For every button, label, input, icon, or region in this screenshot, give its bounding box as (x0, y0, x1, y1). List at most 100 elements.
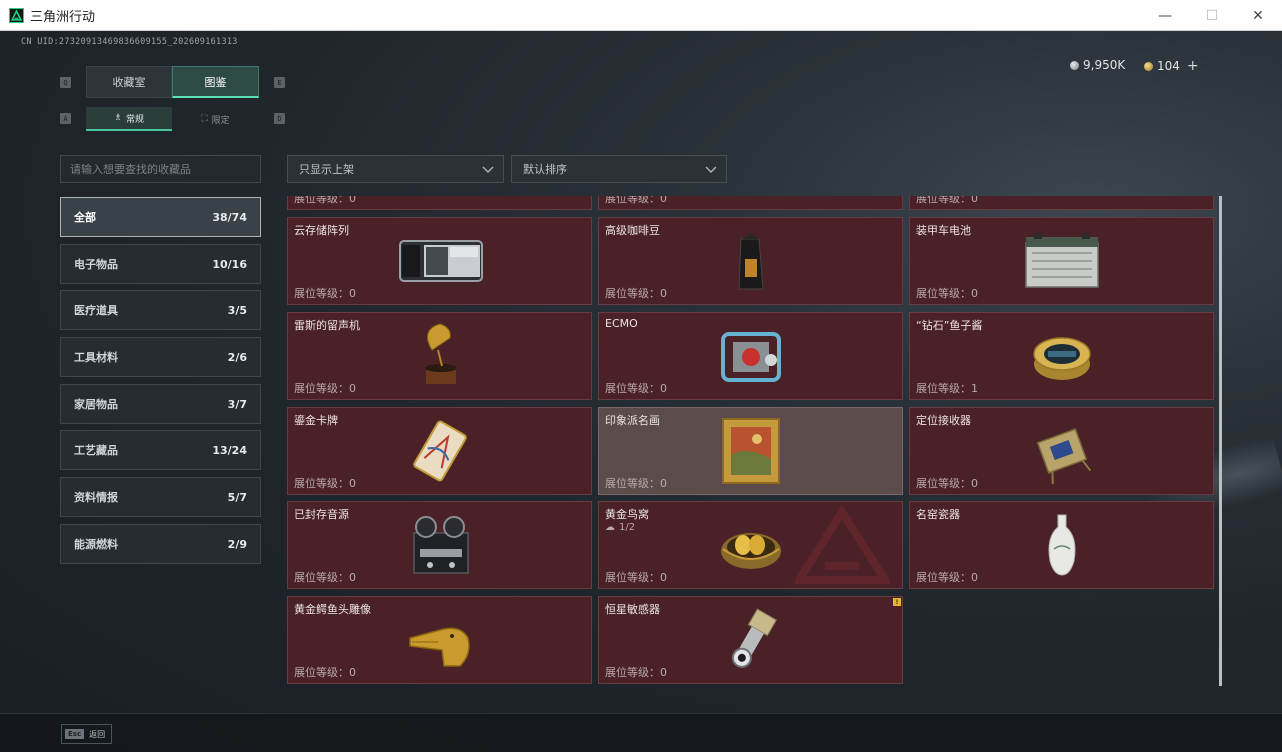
level-value: 0 (971, 571, 978, 584)
ecmo-machine-icon (701, 320, 801, 392)
category-crafts[interactable]: 工艺藏品 13/24 (60, 430, 261, 470)
category-count: 13/24 (212, 443, 247, 457)
level-value: 0 (349, 477, 356, 490)
category-electronics[interactable]: 电子物品 10/16 (60, 244, 261, 284)
collection-card[interactable]: 展位等级：0 (287, 196, 592, 210)
category-count: 3/7 (227, 397, 247, 411)
card-name: 已封存音源 (294, 508, 349, 521)
collection-card[interactable]: 高级咖啡豆 展位等级：0 (598, 217, 903, 305)
card-level: 展位等级：0 (916, 475, 978, 491)
collection-card[interactable]: 展位等级：0 (598, 196, 903, 210)
card-name: 高级咖啡豆 (605, 224, 660, 237)
collection-search-input[interactable] (60, 155, 261, 183)
back-button[interactable]: Esc 返回 (61, 724, 113, 744)
card-name: 名窑瓷器 (916, 508, 960, 521)
category-label: 工具材料 (74, 351, 118, 364)
collection-card[interactable]: 雷斯的留声机 展位等级：0 (287, 312, 592, 400)
level-prefix: 展位等级： (916, 287, 971, 300)
close-button[interactable]: ✕ (1235, 0, 1281, 31)
display-filter-dropdown[interactable]: 只显示上架 (287, 155, 504, 183)
caviar-tin-icon (1012, 320, 1112, 392)
card-level: 展位等级：0 (605, 285, 667, 301)
minimize-button[interactable]: — (1142, 0, 1188, 31)
level-prefix: 展位等级： (294, 477, 349, 490)
porcelain-vase-icon (1012, 509, 1112, 581)
gilded-card-icon (390, 415, 490, 487)
card-name: 雷斯的留声机 (294, 319, 360, 332)
collection-card[interactable]: 鎏金卡牌 展位等级：0 (287, 407, 592, 495)
category-count: 2/6 (227, 350, 247, 364)
card-name: 定位接收器 (916, 414, 971, 427)
category-all[interactable]: 全部 38/74 (60, 197, 261, 237)
collection-card[interactable]: ECMO 展位等级：0 (598, 312, 903, 400)
tab-collection-room[interactable]: 收藏室 (86, 66, 172, 98)
new-item-badge: ! (893, 598, 901, 606)
category-tools[interactable]: 工具材料 2/6 (60, 337, 261, 377)
collection-card[interactable]: 定位接收器 展位等级：0 (909, 407, 1214, 495)
regular-icon: ♗ (113, 113, 123, 123)
category-household[interactable]: 家居物品 3/7 (60, 384, 261, 424)
level-prefix: 展位等级： (294, 287, 349, 300)
tab-catalog[interactable]: 图鉴 (172, 66, 259, 98)
collection-card[interactable]: 名窑瓷器 展位等级：0 (909, 501, 1214, 589)
game-viewport: CN UID:2732091346983660915​5_20260916131… (0, 31, 1282, 752)
level-value: 0 (660, 666, 667, 679)
star-sensor-icon (701, 604, 801, 676)
level-value: 0 (349, 571, 356, 584)
subtab-regular[interactable]: ♗ 常规 (86, 107, 172, 131)
game-logo-watermark-icon (795, 506, 890, 584)
collection-card[interactable]: 黄金鸟窝 ☁ 1/2 展位等级：0 (598, 501, 903, 589)
collection-card[interactable]: 装甲车电池 展位等级：0 (909, 217, 1214, 305)
collection-card[interactable]: “钻石”鱼子酱 展位等级：1 (909, 312, 1214, 400)
collection-grid: 展位等级：0 展位等级：0 展位等级：0 云存储阵列 展位等级：0 高级咖啡豆 … (287, 196, 1217, 686)
category-energy[interactable]: 能源燃料 2/9 (60, 524, 261, 564)
card-level: 展位等级：0 (294, 569, 356, 585)
limited-icon: ⛶ (201, 114, 208, 124)
category-medical[interactable]: 医疗道具 3/5 (60, 290, 261, 330)
category-intel[interactable]: 资料情报 5/7 (60, 477, 261, 517)
cloud-storage-array-icon (390, 225, 490, 297)
grid-scrollbar-thumb[interactable] (1219, 196, 1222, 686)
level-value: 0 (971, 196, 978, 205)
golden-nest-icon (701, 509, 801, 581)
gold-coin-icon (1144, 61, 1153, 71)
collection-card[interactable]: 展位等级：0 (909, 196, 1214, 210)
add-currency-button[interactable]: + (1187, 58, 1199, 74)
window-title: 三角洲行动 (30, 9, 96, 25)
card-level: 展位等级：0 (294, 475, 356, 491)
grid-scrollbar[interactable] (1219, 196, 1222, 686)
card-name: 印象派名画 (605, 414, 660, 427)
reel-recorder-icon (390, 509, 490, 581)
card-name: 云存储阵列 (294, 224, 349, 237)
level-prefix: 展位等级： (916, 382, 971, 395)
subtab-limited[interactable]: ⛶ 限定 (172, 107, 259, 131)
level-prefix: 展位等级： (916, 571, 971, 584)
card-level: 展位等级：0 (605, 664, 667, 680)
collection-card[interactable]: 已封存音源 展位等级：0 (287, 501, 592, 589)
collection-card[interactable]: 恒星敏感器 ! 展位等级：0 (598, 596, 903, 684)
level-prefix: 展位等级： (605, 287, 660, 300)
maximize-button[interactable]: ☐ (1189, 0, 1235, 31)
card-level: 展位等级：0 (916, 569, 978, 585)
category-count: 2/9 (227, 537, 247, 551)
collection-card[interactable]: 黄金鳄鱼头雕像 展位等级：0 (287, 596, 592, 684)
level-prefix: 展位等级： (605, 666, 660, 679)
collection-card[interactable]: 印象派名画 展位等级：0 (598, 407, 903, 495)
card-level: 展位等级：0 (916, 285, 978, 301)
level-prefix: 展位等级： (294, 666, 349, 679)
card-level: 展位等级：0 (294, 380, 356, 396)
card-level: 展位等级：0 (605, 196, 667, 206)
level-value: 0 (660, 477, 667, 490)
card-name: “钻石”鱼子酱 (916, 319, 983, 332)
level-prefix: 展位等级： (294, 196, 349, 205)
chevron-down-icon (705, 166, 717, 173)
card-name: 装甲车电池 (916, 224, 971, 237)
level-prefix: 展位等级： (916, 196, 971, 205)
key-hint-a: A (60, 113, 71, 124)
sort-dropdown[interactable]: 默认排序 (511, 155, 727, 183)
category-count: 38/74 (212, 210, 247, 224)
card-level: 展位等级：0 (605, 380, 667, 396)
collection-card[interactable]: 云存储阵列 展位等级：0 (287, 217, 592, 305)
back-label: 返回 (89, 729, 106, 739)
key-hint-q: Q (60, 77, 71, 88)
